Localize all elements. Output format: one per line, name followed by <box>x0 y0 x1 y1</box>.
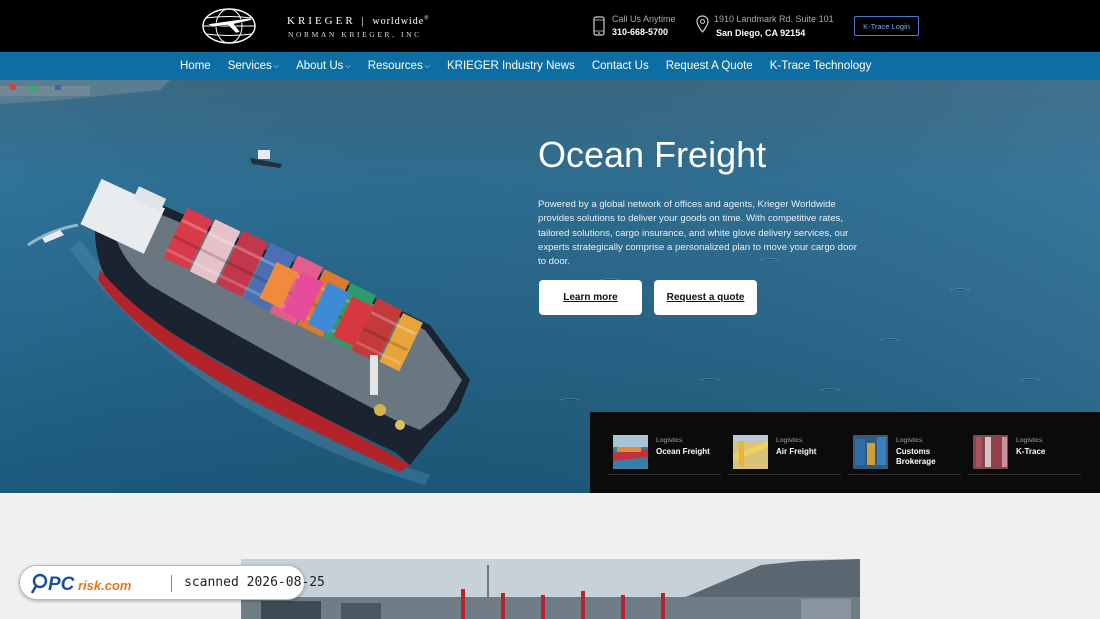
globe-plane-icon <box>202 8 256 44</box>
hero-banner: Ocean Freight Powered by a global networ… <box>0 80 1100 493</box>
request-quote-button[interactable]: Request a quote <box>654 280 757 315</box>
nav-resources[interactable]: Resources ⌵ <box>368 60 430 72</box>
learn-more-button[interactable]: Learn more <box>539 280 642 315</box>
nav-about-us[interactable]: About Us ⌵ <box>296 60 351 72</box>
service-name: Customs Brokerage <box>896 447 936 466</box>
watermark-separator <box>171 575 172 592</box>
port-image <box>241 559 860 619</box>
phone-icon <box>593 16 605 36</box>
map-pin-icon <box>696 15 709 33</box>
service-card-ocean-freight[interactable]: Logistics Ocean Freight <box>608 434 721 475</box>
nav-request-quote[interactable]: Request A Quote <box>666 60 753 72</box>
top-header: KRIEGER | worldwide® NORMAN KRIEGER, INC… <box>0 0 1100 52</box>
address-line1: 1910 Landmark Rd. Suite 101 <box>714 14 834 24</box>
nav-contact-us[interactable]: Contact Us <box>592 60 649 72</box>
port-photo <box>241 559 860 619</box>
logo-wordmark: KRIEGER | worldwide® <box>287 15 432 27</box>
svg-text:PC: PC <box>48 574 75 595</box>
ktrace-login-button[interactable]: K-Trace Login <box>854 16 919 36</box>
service-category: Logistics <box>896 437 923 444</box>
krieger-logo[interactable]: KRIEGER | worldwide® NORMAN KRIEGER, INC <box>200 6 440 46</box>
chevron-down-icon: ⌵ <box>273 63 280 70</box>
pcrisk-logo: PC risk.com <box>30 573 132 595</box>
main-nav-bar: Home Services ⌵ About Us ⌵ Resources ⌵ KRIE… <box>0 52 1100 80</box>
nav-ktrace-technology[interactable]: K-Trace Technology <box>770 60 872 72</box>
hero-title: Ocean Freight <box>538 134 767 175</box>
ocean-freight-thumbnail <box>613 435 648 469</box>
customs-brokerage-thumbnail <box>853 435 888 469</box>
chevron-down-icon: ⌵ <box>345 63 351 70</box>
service-category: Logistics <box>776 437 803 444</box>
hero-description: Powered by a global network of offices a… <box>538 199 857 268</box>
contact-label: Call Us Anytime <box>612 14 676 24</box>
svg-text:risk.com: risk.com <box>78 578 132 593</box>
service-category: Logistics <box>1016 437 1043 444</box>
service-card-customs-brokerage[interactable]: Logistics Customs Brokerage <box>848 434 961 475</box>
watermark-scan-text: scanned 2026-08-25 <box>184 575 325 590</box>
service-card-k-trace[interactable]: Logistics K-Trace <box>968 434 1081 475</box>
pcrisk-watermark: PC risk.com scanned 2026-08-25 <box>19 565 325 600</box>
service-name: Ocean Freight <box>656 447 710 456</box>
service-card-air-freight[interactable]: Logistics Air Freight <box>728 434 841 475</box>
nav-services[interactable]: Services ⌵ <box>228 60 279 72</box>
main-nav: Home Services ⌵ About Us ⌵ Resources ⌵ KRIE… <box>180 52 888 80</box>
contact-phone-number[interactable]: 310-668-5700 <box>612 27 668 37</box>
address-line2: San Diego, CA 92154 <box>716 28 806 38</box>
service-category: Logistics <box>656 437 683 444</box>
service-name: K-Trace <box>1016 447 1046 456</box>
k-trace-thumbnail <box>973 435 1008 469</box>
service-name: Air Freight <box>776 447 817 456</box>
services-panel: Logistics Ocean Freight Logistics Air Fr… <box>590 412 1100 493</box>
logo-subtitle: NORMAN KRIEGER, INC <box>288 30 422 39</box>
chevron-down-icon: ⌵ <box>424 63 431 70</box>
nav-industry-news[interactable]: KRIEGER Industry News <box>447 60 575 72</box>
nav-home[interactable]: Home <box>180 60 211 72</box>
air-freight-thumbnail <box>733 435 768 469</box>
